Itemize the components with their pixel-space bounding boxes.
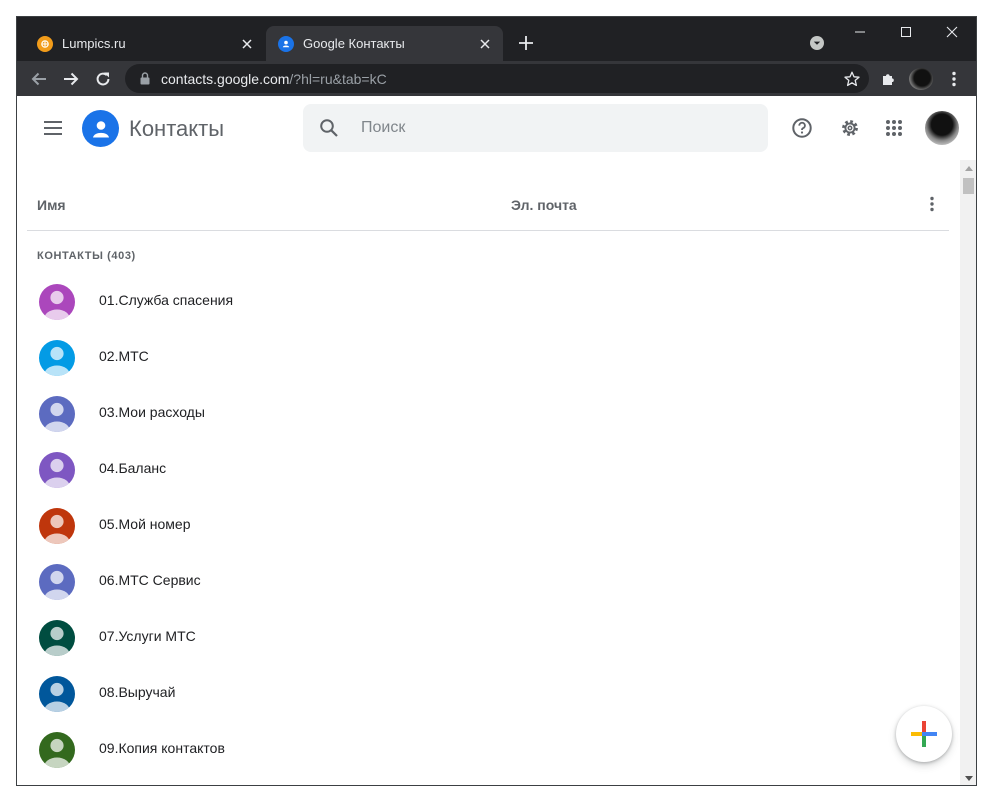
tab-title: Google Контакты	[303, 36, 405, 51]
column-header-row: Имя Эл. почта	[27, 160, 949, 231]
contact-name: 04.Баланс	[99, 460, 167, 476]
contact-row[interactable]: 01.Служба спасения	[27, 274, 949, 330]
lock-icon[interactable]	[139, 72, 151, 86]
search-bar[interactable]	[303, 104, 768, 152]
browser-profile-avatar[interactable]	[909, 68, 933, 90]
contact-row[interactable]: 07.Услуги МТС	[27, 610, 949, 666]
contact-avatar-icon[interactable]	[39, 340, 75, 376]
scroll-up-arrow-icon[interactable]	[960, 160, 976, 177]
contact-row[interactable]: 09.Копия контактов	[27, 722, 949, 778]
tab-lumpics[interactable]: Lumpics.ru	[25, 26, 265, 61]
url-query: /?hl=ru&tab=kC	[289, 70, 387, 87]
scroll-down-arrow-icon[interactable]	[960, 770, 976, 785]
contact-row[interactable]: 02.МТС	[27, 330, 949, 386]
contacts-content: Имя Эл. почта КОНТАКТЫ (403) 01.Служба с…	[17, 160, 960, 785]
app-title[interactable]: Контакты	[129, 116, 224, 142]
contact-avatar-icon[interactable]	[39, 452, 75, 488]
contact-name: 02.МТС	[99, 348, 149, 364]
tab-google-contacts[interactable]: Google Контакты	[266, 26, 503, 61]
forward-arrow-icon[interactable]	[59, 67, 83, 91]
lumpics-favicon	[37, 35, 53, 52]
address-bar[interactable]: contacts.google.com/?hl=ru&tab=kC	[125, 64, 869, 93]
contact-avatar-icon[interactable]	[39, 620, 75, 656]
scroll-thumb[interactable]	[963, 178, 974, 194]
url-text: contacts.google.com/?hl=ru&tab=kC	[161, 71, 387, 87]
contact-avatar-icon[interactable]	[39, 396, 75, 432]
contact-avatar-icon[interactable]	[39, 284, 75, 320]
browser-toolbar: contacts.google.com/?hl=ru&tab=kC	[17, 61, 976, 96]
contact-name: 06.МТС Сервис	[99, 572, 201, 588]
minimize-icon[interactable]	[837, 17, 883, 47]
contact-row[interactable]: 03.Мои расходы	[27, 386, 949, 442]
browser-menu-icon[interactable]	[945, 69, 963, 89]
tab-title: Lumpics.ru	[62, 36, 126, 51]
contacts-logo-icon[interactable]	[82, 110, 119, 147]
window-close-icon[interactable]	[929, 17, 975, 47]
column-name-header: Имя	[37, 197, 66, 213]
contact-name: 01.Служба спасения	[99, 292, 234, 308]
maximize-icon[interactable]	[883, 17, 929, 47]
apps-grid-icon[interactable]	[878, 112, 910, 144]
reload-icon[interactable]	[91, 67, 115, 91]
contact-row[interactable]: 08.Выручай	[27, 666, 949, 722]
contact-name: 09.Копия контактов	[99, 740, 225, 756]
app-header: Контакты	[17, 96, 976, 160]
create-contact-button[interactable]	[896, 706, 952, 762]
contact-name: 08.Выручай	[99, 684, 176, 700]
bookmark-star-icon[interactable]	[843, 70, 861, 88]
contact-avatar-icon[interactable]	[39, 732, 75, 768]
contacts-count-label: КОНТАКТЫ (403)	[37, 250, 136, 262]
new-tab-plus-icon[interactable]	[516, 33, 536, 53]
page-scrollbar[interactable]	[960, 160, 976, 785]
menu-icon[interactable]	[37, 112, 69, 144]
add-contact-plus-icon	[911, 721, 937, 747]
settings-gear-icon[interactable]	[834, 112, 866, 144]
contact-name: 03.Мои расходы	[99, 404, 205, 420]
contact-row[interactable]: 05.Мой номер	[27, 498, 949, 554]
contact-name: 05.Мой номер	[99, 516, 191, 532]
contact-avatar-icon[interactable]	[39, 508, 75, 544]
column-email-header: Эл. почта	[511, 197, 577, 213]
back-arrow-icon[interactable]	[27, 67, 51, 91]
contact-avatar-icon[interactable]	[39, 676, 75, 712]
extensions-puzzle-icon[interactable]	[879, 69, 899, 89]
account-avatar[interactable]	[925, 111, 959, 145]
tab-search-icon[interactable]	[808, 34, 826, 52]
contact-avatar-icon[interactable]	[39, 564, 75, 600]
google-contacts-favicon	[278, 35, 294, 52]
search-icon[interactable]	[317, 116, 341, 140]
url-host: contacts.google.com	[161, 70, 290, 87]
more-options-icon[interactable]	[920, 192, 944, 216]
browser-window: Lumpics.ru Google Контакты contacts.goog…	[16, 16, 977, 786]
tab-close-icon[interactable]	[477, 36, 493, 52]
help-icon[interactable]	[786, 112, 818, 144]
contact-name: 07.Услуги МТС	[99, 628, 196, 644]
tab-strip: Lumpics.ru Google Контакты	[17, 17, 976, 61]
tab-close-icon[interactable]	[239, 36, 255, 52]
contact-row[interactable]: 06.МТС Сервис	[27, 554, 949, 610]
contact-list: 01.Служба спасения 02.МТС 03.Мои расходы 04…	[27, 274, 949, 778]
contact-row[interactable]: 04.Баланс	[27, 442, 949, 498]
search-input[interactable]	[361, 104, 751, 152]
